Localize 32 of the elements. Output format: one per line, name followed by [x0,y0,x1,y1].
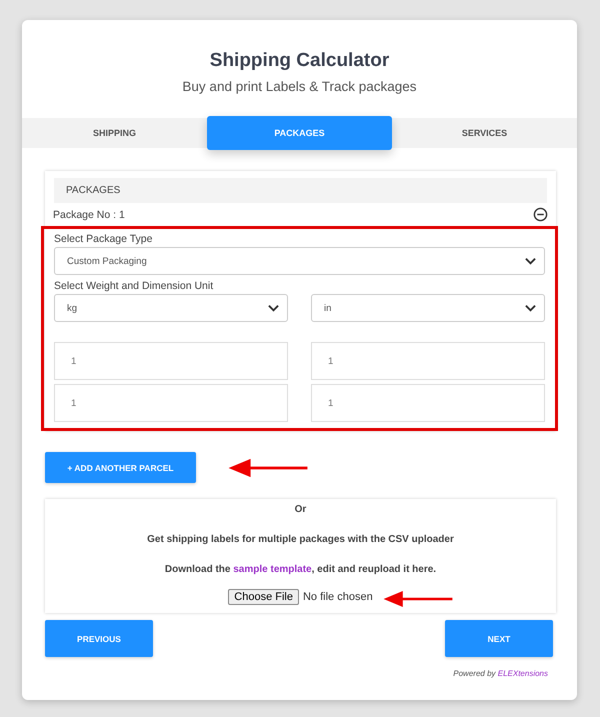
file-status: No file chosen [302,591,373,603]
tab[interactable]: SERVICES [392,118,577,148]
package-number: Package No : 1 [53,208,125,220]
next-button[interactable]: NEXT [445,620,553,657]
brand-link[interactable]: ELEXtensions [498,669,548,678]
input-field[interactable]: 1 [54,384,288,422]
page-title: Shipping Calculator [208,50,390,72]
panel-heading: PACKAGES [54,178,547,203]
remove-icon[interactable] [533,207,548,222]
csv-description: Get shipping labels for multiple packages with the CSV uploader [146,534,455,545]
chevron-icon [525,257,536,265]
download-text: Download the sample template, edit and reupload it here. [164,564,438,575]
or-text: Or [294,504,308,515]
dimension-unit-select[interactable]: in [311,294,545,322]
tab[interactable]: SHIPPING [22,118,207,148]
input-field[interactable]: 1 [311,342,545,380]
powered-by-text: Powered by ELEXtensions [452,669,548,678]
page-subtitle: Buy and print Labels & Track packages [181,79,418,94]
chevron-icon [268,304,279,312]
add-parcel-button[interactable]: + ADD ANOTHER PARCEL [45,452,196,483]
choose-file-button[interactable]: Choose File [228,589,299,605]
input-field[interactable]: 1 [54,342,288,380]
previous-button[interactable]: PREVIOUS [45,620,153,657]
tab[interactable]: PACKAGES [207,116,392,150]
field-label: Select Weight and Dimension Unit [54,280,214,292]
input-field[interactable]: 1 [311,384,545,422]
sample-template-link[interactable]: sample template [233,564,312,575]
chevron-icon [525,304,536,312]
field-label: Select Package Type [54,233,154,245]
arrow-annotation-icon [382,588,454,610]
weight-unit-select[interactable]: kg [54,294,288,322]
package-type-select[interactable]: Custom Packaging [54,247,545,275]
